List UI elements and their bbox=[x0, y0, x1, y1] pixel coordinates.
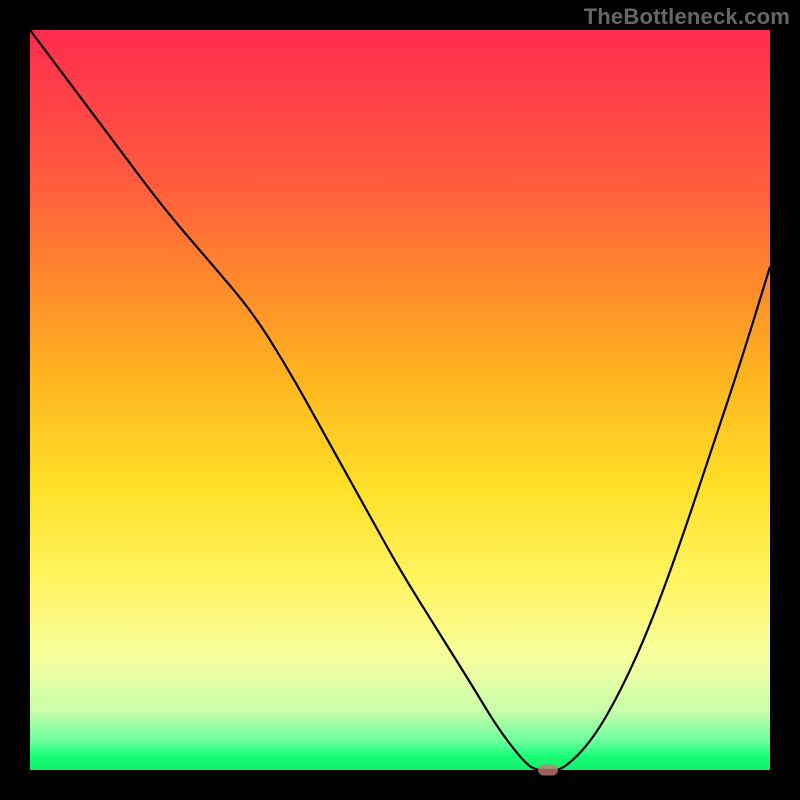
watermark-label: TheBottleneck.com bbox=[584, 4, 790, 30]
chart-frame: TheBottleneck.com bbox=[0, 0, 800, 800]
plot-area bbox=[30, 30, 770, 770]
bottleneck-curve bbox=[30, 30, 770, 770]
min-marker bbox=[538, 765, 558, 776]
curve-path bbox=[30, 30, 770, 770]
